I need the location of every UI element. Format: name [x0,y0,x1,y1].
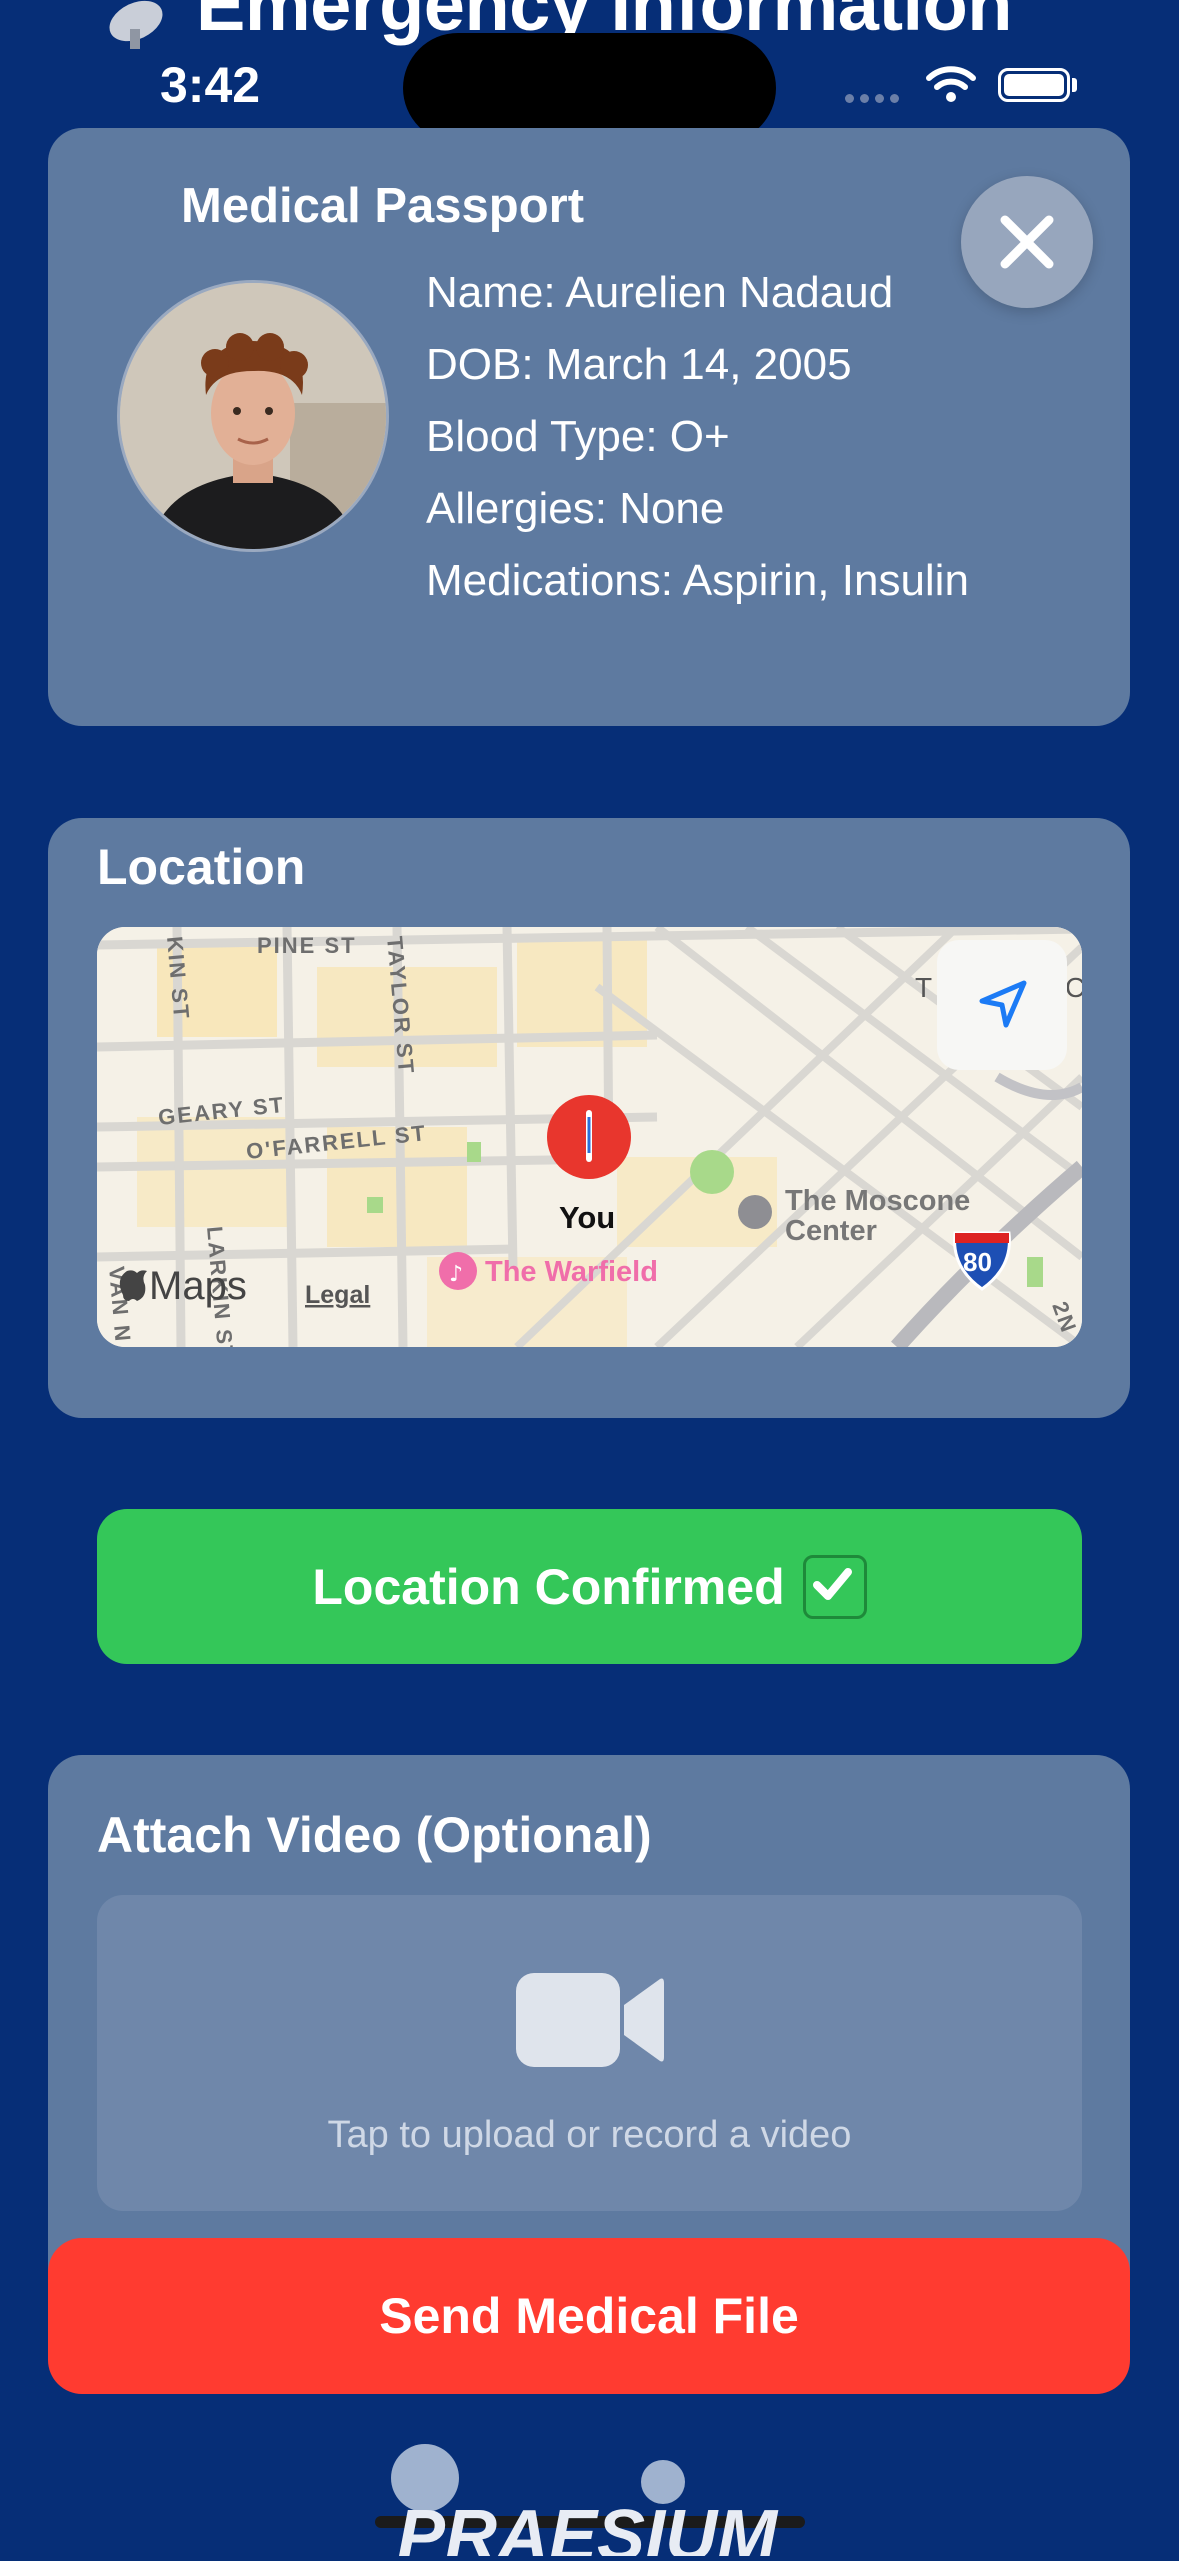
location-arrow-icon [979,980,1027,1028]
location-title: Location [97,839,306,895]
maps-brand: Maps [149,1264,247,1308]
send-medical-file-label: Send Medical File [379,2288,799,2344]
attach-video-title: Attach Video (Optional) [97,1807,652,1863]
wifi-icon [925,64,977,109]
dynamic-island [403,33,776,143]
map-view[interactable]: PINE ST TAYLOR ST KIN ST GEARY ST O'FARR… [97,927,1082,1347]
close-icon [1000,215,1054,269]
video-camera-icon [516,1973,664,2067]
svg-text:♪: ♪ [449,1262,463,1287]
battery-icon [998,68,1070,102]
send-medical-file-button[interactable]: Send Medical File [48,2238,1130,2394]
user-pin-label: You [559,1200,615,1235]
patient-blood-type: Blood Type: O+ [426,412,730,461]
status-time: 3:42 [160,57,261,113]
avatar [117,280,389,552]
patient-name: Name: Aurelien Nadaud [426,268,894,317]
patient-medications: Medications: Aspirin, Insulin [426,556,969,605]
map-corner-t: T [915,972,932,1003]
close-button[interactable] [961,176,1093,308]
video-upload-area[interactable] [97,1895,1082,2211]
battery-tip [1072,78,1077,92]
medical-passport-title: Medical Passport [181,179,585,233]
highway-label: 80 [963,1247,992,1277]
poi-moscone-line1: The Moscone [785,1185,970,1217]
map-corner-c: C [1065,972,1082,1003]
cellular-signal-icon [845,90,905,108]
video-upload-hint: Tap to upload or record a video [327,2114,852,2156]
check-mark-icon [802,1554,867,1619]
location-confirmed-label: Location Confirmed [312,1558,785,1615]
patient-allergies: Allergies: None [426,484,725,533]
poi-warfield-label: The Warfield [485,1256,658,1288]
logo-text: PRAESIUM [397,2496,779,2556]
satellite-dish-icon [100,0,170,50]
recenter-location-button[interactable] [937,940,1067,1070]
poi-moscone-line2: Center [785,1215,877,1247]
street-label-pine: PINE ST [257,933,357,958]
map-legal-link[interactable]: Legal [305,1281,370,1309]
location-confirmed-button[interactable]: Location Confirmed [97,1509,1082,1664]
patient-dob: DOB: March 14, 2005 [426,340,852,389]
praesium-logo: PRAESIUM [375,2440,805,2561]
